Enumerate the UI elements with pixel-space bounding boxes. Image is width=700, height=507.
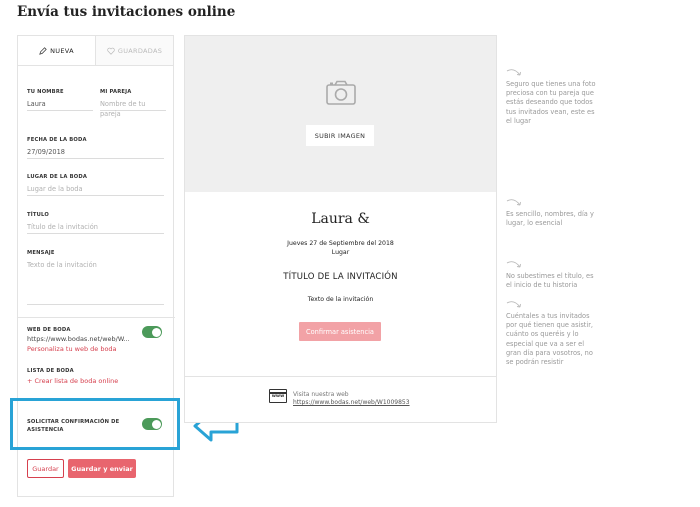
personaliza-web-link[interactable]: Personaliza tu web de boda bbox=[27, 345, 117, 353]
wedding-date: Jueves 27 de Septiembre del 2018 bbox=[287, 240, 394, 247]
photo-area: SUBIR IMAGEN bbox=[185, 36, 496, 192]
invitation-preview: SUBIR IMAGEN Laura & Jueves 27 de Septie… bbox=[184, 35, 497, 423]
tu-nombre-label: TU NOMBRE bbox=[27, 89, 64, 95]
fecha-label: FECHA DE LA BODA bbox=[27, 137, 87, 143]
hint-message: Cuéntales a tus invitados por qué tienen… bbox=[506, 312, 594, 367]
confirmar-asistencia-button[interactable]: Confirmar asistencia bbox=[299, 322, 381, 341]
hint-title: No subestimes el título, es el inicio de… bbox=[506, 272, 594, 290]
mensaje-textarea[interactable]: Texto de la invitación bbox=[27, 260, 164, 305]
tab-bar: NUEVA GUARDADAS bbox=[18, 36, 173, 66]
mi-pareja-input[interactable]: Nombre de tu pareja bbox=[100, 99, 166, 118]
tab-nueva[interactable]: NUEVA bbox=[18, 36, 95, 65]
web-boda-label: WEB DE BODA bbox=[27, 327, 71, 333]
visit-web-label: Visita nuestra web bbox=[293, 391, 349, 398]
crear-lista-link[interactable]: + Crear lista de boda online bbox=[27, 377, 118, 385]
www-icon: www bbox=[269, 389, 287, 403]
heart-icon bbox=[107, 47, 115, 55]
pencil-icon bbox=[39, 46, 47, 55]
lista-boda-label: LISTA DE BODA bbox=[27, 368, 74, 374]
hint-photo: Seguro que tienes una foto preciosa con … bbox=[506, 80, 596, 125]
toggle-knob bbox=[151, 327, 161, 337]
tab-guardadas[interactable]: GUARDADAS bbox=[95, 36, 173, 65]
visit-web-url[interactable]: https://www.bodas.net/web/W1009853 bbox=[293, 399, 410, 406]
section-divider bbox=[18, 317, 175, 318]
highlight-box bbox=[10, 398, 180, 450]
mensaje-label: MENSAJE bbox=[27, 250, 55, 256]
lugar-label: LUGAR DE LA BODA bbox=[27, 174, 88, 180]
titulo-label: TÍTULO bbox=[27, 212, 49, 218]
fecha-input[interactable]: 27/09/2018 bbox=[27, 147, 164, 159]
lugar-input[interactable]: Lugar de la boda bbox=[27, 184, 164, 196]
guardar-enviar-button[interactable]: Guardar y enviar bbox=[68, 459, 136, 478]
page-title: Envía tus invitaciones online bbox=[17, 4, 236, 20]
tab-label: NUEVA bbox=[50, 46, 74, 55]
tab-label: GUARDADAS bbox=[117, 46, 163, 55]
web-boda-toggle[interactable] bbox=[142, 326, 162, 338]
titulo-input[interactable]: Título de la invitación bbox=[27, 222, 164, 234]
hint-names: Es sencillo, nombres, día y lugar, lo es… bbox=[506, 210, 594, 228]
guardar-button[interactable]: Guardar bbox=[27, 459, 64, 478]
wedding-place: Lugar bbox=[331, 249, 350, 256]
subir-imagen-button[interactable]: SUBIR IMAGEN bbox=[306, 125, 374, 146]
curved-arrow-icon bbox=[506, 301, 521, 308]
preview-divider bbox=[185, 376, 496, 377]
invitation-text: Texto de la invitación bbox=[307, 296, 374, 303]
couple-names: Laura & bbox=[311, 211, 370, 227]
web-boda-url: https://www.bodas.net/web/W... bbox=[27, 335, 130, 343]
tu-nombre-input[interactable]: Laura bbox=[27, 99, 93, 111]
invitation-title: TÍTULO DE LA INVITACIÓN bbox=[283, 272, 398, 282]
curved-arrow-icon bbox=[506, 261, 521, 268]
camera-icon bbox=[326, 80, 356, 105]
curved-arrow-icon bbox=[506, 199, 521, 206]
curved-arrow-icon bbox=[506, 69, 521, 76]
mi-pareja-label: MI PAREJA bbox=[100, 89, 132, 95]
